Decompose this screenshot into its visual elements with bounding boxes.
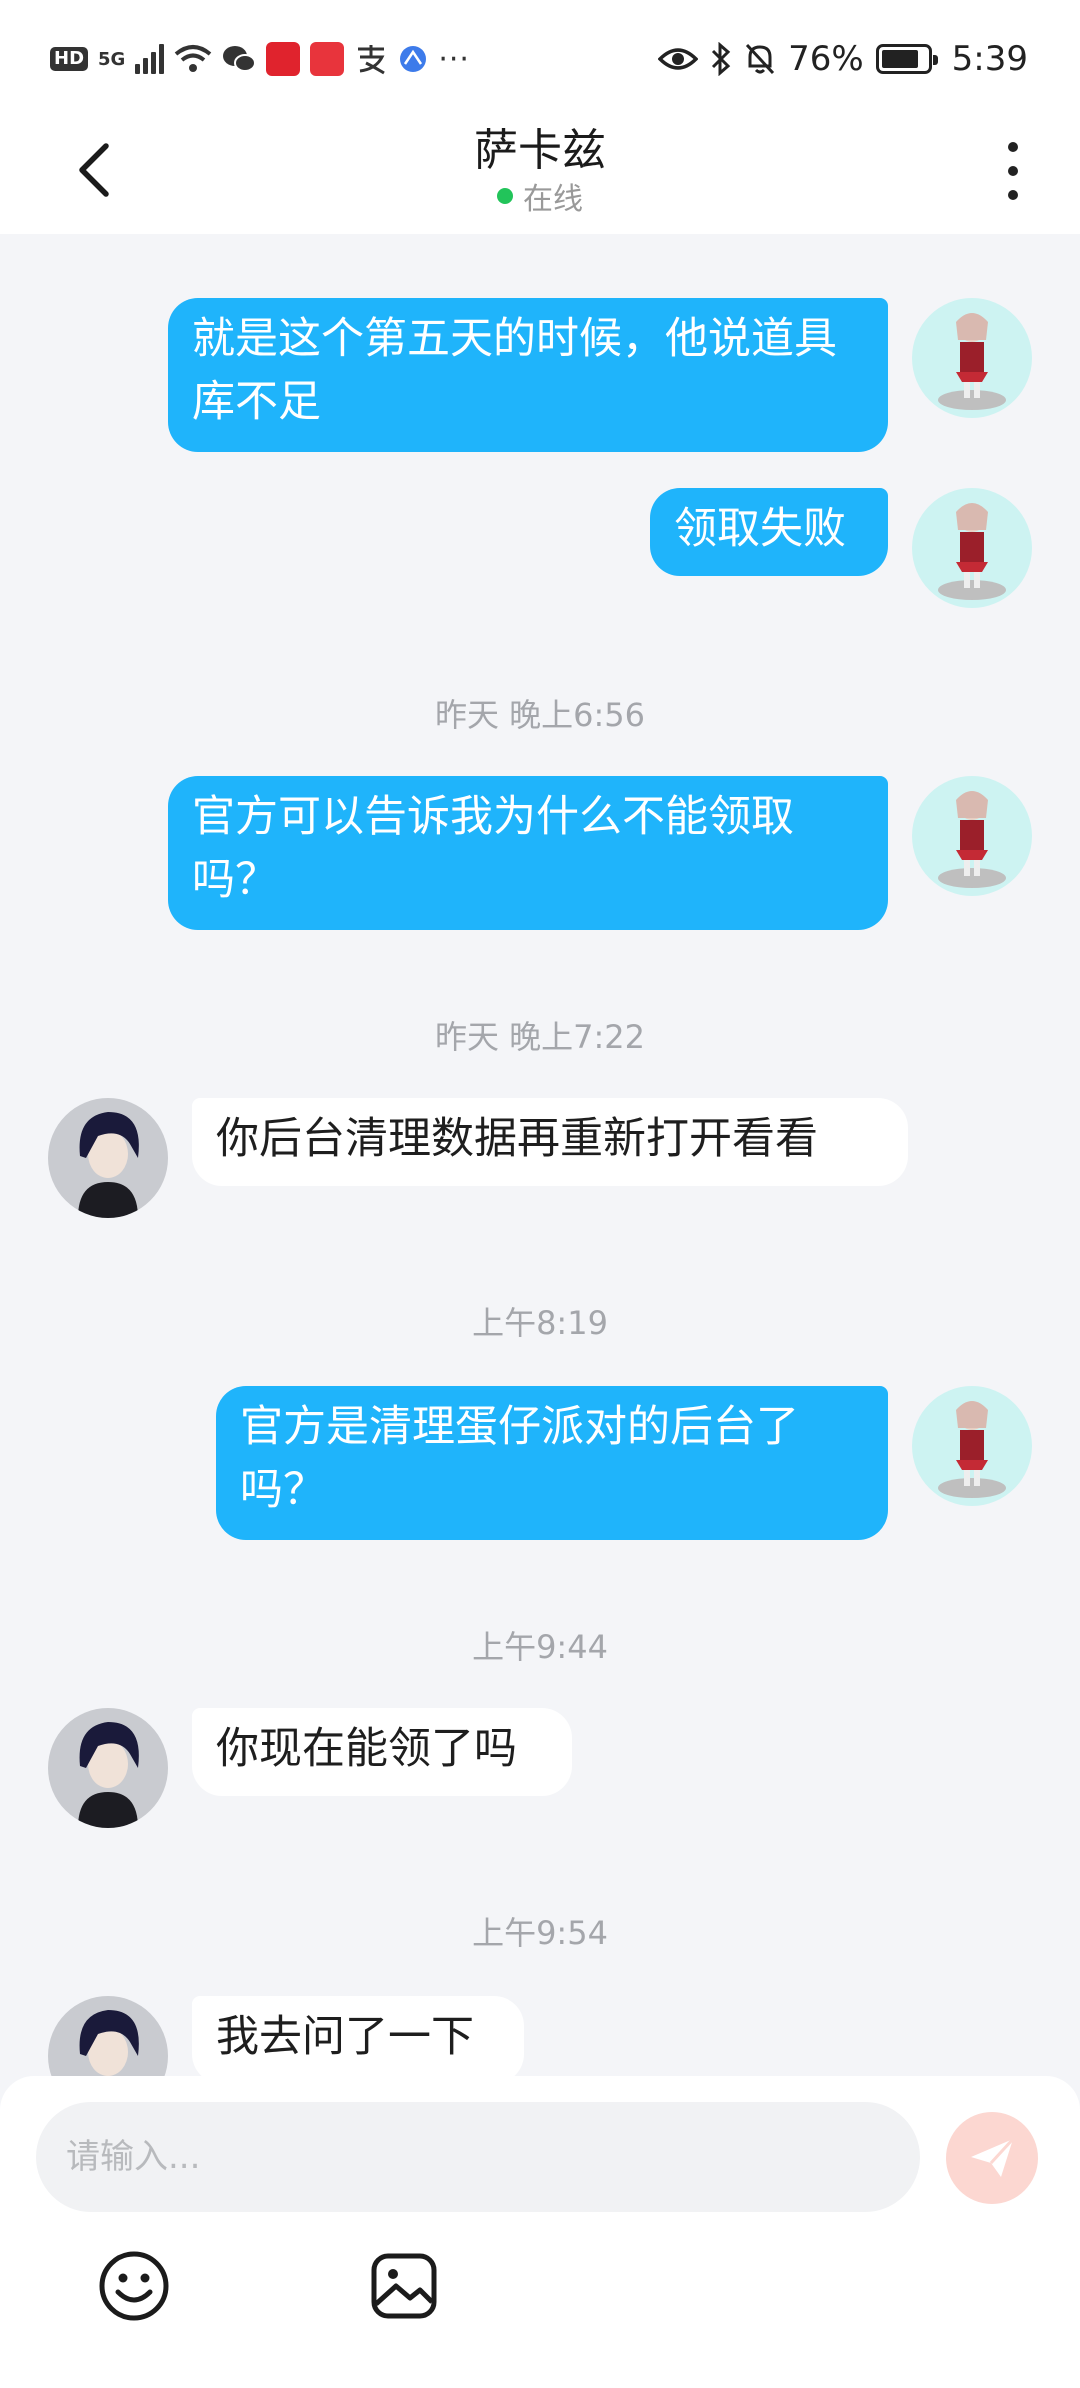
battery-icon (875, 44, 938, 74)
message-timestamp: 上午9:44 (472, 1628, 608, 1666)
emoji-button[interactable] (96, 2248, 172, 2324)
chat-header: 萨卡兹 在线 (0, 110, 1080, 234)
bluetooth-icon (712, 42, 731, 76)
message-timestamp: 昨天 晚上6:56 (434, 696, 646, 734)
app-notification-icon (266, 42, 301, 76)
battery-percent: 76% (788, 39, 864, 79)
my-avatar[interactable] (912, 1386, 1032, 1506)
contact-avatar[interactable] (48, 1098, 168, 1218)
my-avatar[interactable] (912, 776, 1032, 896)
more-icon (1008, 166, 1018, 176)
emoji-icon (99, 2251, 169, 2321)
more-icon (1008, 190, 1018, 200)
status-bar: HD 5G ··· 76% 5:39 (0, 0, 1080, 110)
outgoing-message[interactable]: 领取失败 (650, 488, 888, 576)
network-type: 5G (98, 48, 126, 70)
signal-icon (135, 44, 165, 74)
contact-name: 萨卡兹 (474, 125, 606, 176)
browser-icon (400, 46, 427, 72)
hd-indicator: HD (50, 47, 89, 71)
more-options-button[interactable] (1002, 136, 1026, 206)
wifi-icon (175, 45, 212, 72)
presence-label: 在线 (523, 182, 583, 217)
clock: 5:39 (951, 39, 1028, 79)
incoming-message[interactable]: 你现在能领了吗 (192, 1708, 572, 1796)
alipay-icon (358, 45, 386, 75)
contact-avatar[interactable] (48, 1708, 168, 1828)
send-icon (971, 2137, 1015, 2177)
message-list[interactable]: 就是这个第五天的时候，他说道具库不足 领取失败 昨天 晚上6:56 官方可以告诉… (0, 234, 1080, 2078)
contact-avatar[interactable] (48, 1996, 168, 2078)
message-input[interactable] (36, 2102, 920, 2212)
message-timestamp: 上午9:54 (472, 1914, 608, 1952)
outgoing-message[interactable]: 官方可以告诉我为什么不能领取吗？ (168, 776, 888, 930)
eye-icon (658, 48, 699, 70)
outgoing-message[interactable]: 就是这个第五天的时候，他说道具库不足 (168, 298, 888, 452)
online-dot-icon (497, 188, 513, 204)
presence-status: 在线 (0, 174, 1080, 218)
incoming-message[interactable]: 你后台清理数据再重新打开看看 (192, 1098, 908, 1186)
image-button[interactable] (366, 2248, 442, 2324)
my-avatar[interactable] (912, 298, 1032, 418)
my-avatar[interactable] (912, 488, 1032, 608)
app-notification-icon (310, 42, 345, 76)
outgoing-message[interactable]: 官方是清理蛋仔派对的后台了吗？ (216, 1386, 888, 1540)
composer (0, 2076, 1080, 2388)
incoming-message[interactable]: 我去问了一下 (192, 1996, 524, 2078)
image-icon (371, 2253, 437, 2319)
more-icon (1008, 142, 1018, 152)
message-timestamp: 上午8:19 (472, 1304, 608, 1342)
message-timestamp: 昨天 晚上7:22 (434, 1018, 646, 1056)
mute-icon (745, 43, 775, 75)
wechat-icon (223, 46, 257, 72)
more-notifications-icon: ··· (438, 41, 470, 77)
send-button[interactable] (946, 2112, 1038, 2204)
